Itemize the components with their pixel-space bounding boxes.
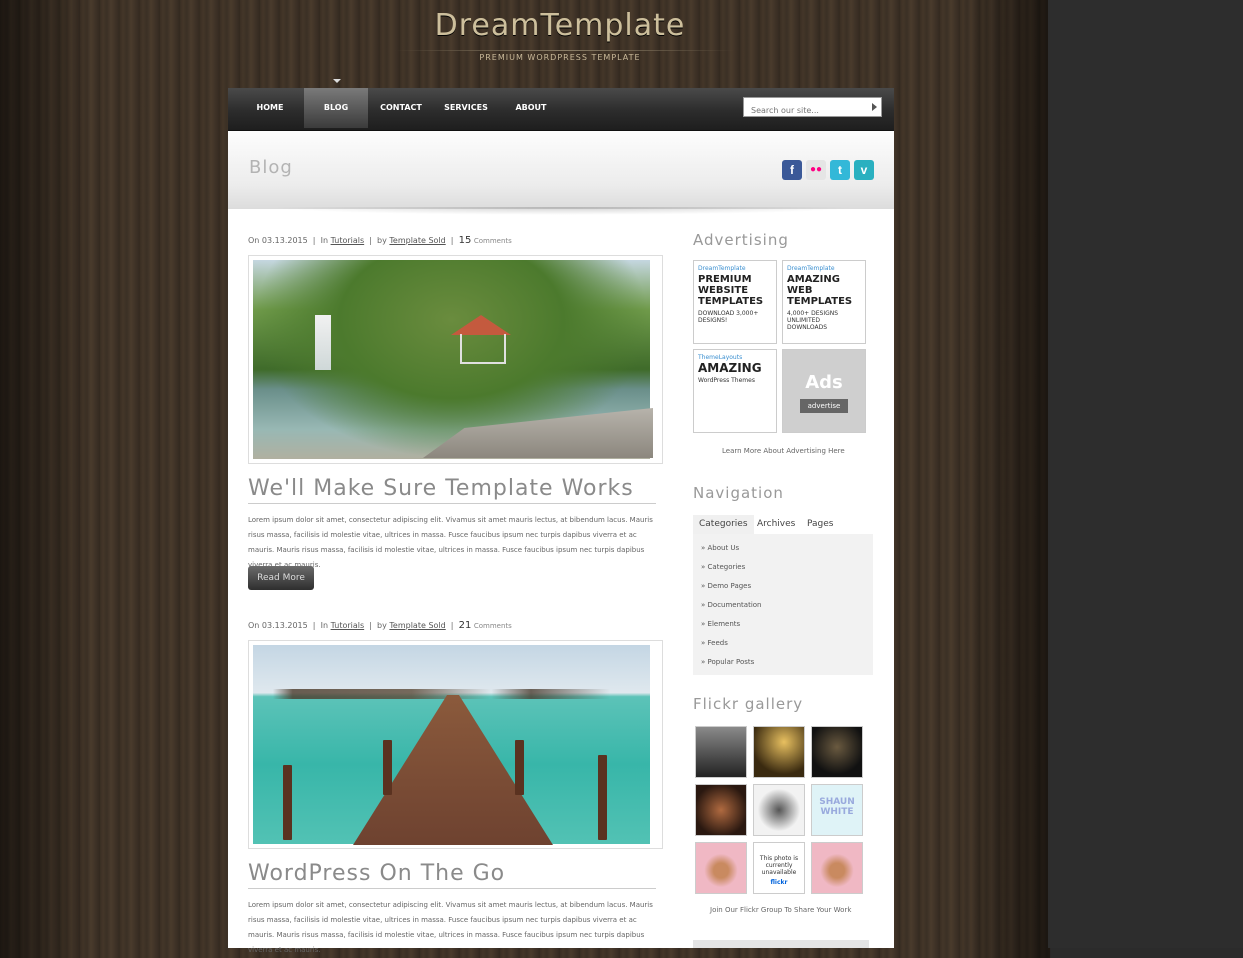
read-more-button[interactable]: Read More [248,566,314,590]
nav-blog[interactable]: BLOG [304,88,368,128]
ad-headline: AMAZING WEB TEMPLATES [787,274,853,307]
flickr-thumb[interactable] [695,726,747,778]
post-date: On 03.13.2015 [248,621,308,630]
search-arrow-icon[interactable] [872,103,877,111]
post-meta: On 03.13.2015 | In Tutorials | by Templa… [248,620,512,631]
post-category-link[interactable]: Tutorials [331,621,365,630]
navigation-heading: Navigation [693,484,784,502]
post-author-link[interactable]: Template Sold [389,621,445,630]
advertise-button[interactable]: advertise [799,399,849,413]
header-shadow [268,207,858,215]
flickr-logo-text: flickr [770,879,788,886]
ad-brand: ThemeLayouts [698,354,743,361]
post-author-link[interactable]: Template Sold [389,236,445,245]
ad-detail: DOWNLOAD 3,000+ DESIGNS! [698,310,759,324]
tab-archives[interactable]: Archives [751,515,801,534]
ad-brand: DreamTemplate [787,265,835,272]
post-image-frame[interactable] [248,255,663,464]
category-link[interactable]: » Documentation [701,601,761,609]
pavilion-roof-shape [451,315,511,335]
post-excerpt: Lorem ipsum dolor sit amet, consectetur … [248,516,653,569]
garden-pavilion-photo [253,260,653,459]
right-background [1048,0,1243,948]
tab-categories[interactable]: Categories [693,515,754,534]
post-category-link[interactable]: Tutorials [331,236,365,245]
flickr-thumb[interactable] [811,842,863,894]
pier-post-shape [283,765,292,840]
pier-post-shape [515,740,524,795]
ad-headline: PREMIUM WEBSITE TEMPLATES [698,274,764,307]
post-date: On 03.13.2015 [248,236,308,245]
ad-banner[interactable]: ThemeLayouts AMAZING WordPress Themes [693,349,777,433]
unavailable-text: This photo is currently unavailable [759,855,799,876]
post-by-label: by [377,236,387,245]
flickr-group-link[interactable]: Join Our Flickr Group To Share Your Work [710,906,851,914]
post-image-frame[interactable] [248,640,663,849]
category-link[interactable]: » Feeds [701,639,728,647]
flickr-thumb[interactable]: SHAUN WHITE [811,784,863,836]
nav-contact[interactable]: CONTACT [369,88,433,128]
content-page: Blog f ●● t v On 03.13.2015 | In Tutoria… [228,131,894,954]
facebook-icon[interactable]: f [782,160,802,180]
category-link[interactable]: » About Us [701,544,739,552]
post-excerpt: Lorem ipsum dolor sit amet, consectetur … [248,901,653,954]
flickr-thumb[interactable] [695,784,747,836]
comments-label[interactable]: Comments [474,622,512,630]
category-link[interactable]: » Categories [701,563,745,571]
flickr-thumb-unavailable[interactable]: This photo is currently unavailable flic… [753,842,805,894]
comment-count[interactable]: 21 [459,620,472,631]
ad-detail: WordPress Themes [698,377,755,384]
post-title[interactable]: WordPress On The Go [248,861,656,889]
ad-detail: 4,000+ DESIGNS UNLIMITED DOWNLOADS [787,310,839,331]
category-link[interactable]: » Elements [701,620,740,628]
pavilion-body-shape [460,334,506,364]
flickr-thumb[interactable] [753,726,805,778]
advertising-heading: Advertising [693,231,789,249]
waterfall-shape [315,315,331,370]
flickr-thumb[interactable] [753,784,805,836]
flickr-heading: Flickr gallery [693,695,804,713]
vimeo-icon[interactable]: v [854,160,874,180]
comment-count[interactable]: 15 [459,235,472,246]
flickr-icon[interactable]: ●● [806,160,826,180]
site-logo[interactable]: DreamTemplate PREMIUM WORDPRESS TEMPLATE [400,8,720,62]
advertising-link[interactable]: Learn More About Advertising Here [722,447,845,455]
tab-pages[interactable]: Pages [801,515,839,534]
search-input[interactable] [749,101,863,120]
pier-post-shape [383,740,392,795]
sidebar-bottom-bar [693,940,869,948]
category-link[interactable]: » Popular Posts [701,658,754,666]
ad-brand: DreamTemplate [698,265,746,272]
page-title: Blog [249,157,293,178]
logo-divider [395,50,735,51]
comments-label[interactable]: Comments [474,237,512,245]
post-in-label: In [320,236,329,245]
advertise-here-banner[interactable]: Ads advertise [782,349,866,433]
ad-headline: AMAZING [698,361,762,375]
twitter-icon[interactable]: t [830,160,850,180]
ad-headline: Ads [805,372,843,393]
site-title: DreamTemplate [434,8,686,43]
flickr-thumb[interactable] [811,726,863,778]
post-meta: On 03.13.2015 | In Tutorials | by Templa… [248,235,512,246]
post-title[interactable]: We'll Make Sure Template Works [248,476,656,504]
ad-banner[interactable]: DreamTemplate PREMIUM WEBSITE TEMPLATES … [693,260,777,344]
post-by-label: by [377,621,387,630]
pier-post-shape [598,755,607,840]
post-in-label: In [320,621,329,630]
ad-banner[interactable]: DreamTemplate AMAZING WEB TEMPLATES 4,00… [782,260,866,344]
category-link[interactable]: » Demo Pages [701,582,751,590]
active-nav-marker-icon [333,79,341,83]
nav-about[interactable]: ABOUT [499,88,563,128]
flickr-thumb[interactable] [695,842,747,894]
site-subtitle: PREMIUM WORDPRESS TEMPLATE [479,53,641,62]
search-box [743,97,882,120]
pier-ocean-photo [253,645,650,845]
stone-wall-shape [423,408,653,458]
nav-home[interactable]: HOME [238,88,302,128]
nav-services[interactable]: SERVICES [434,88,498,128]
category-list: » About Us » Categories » Demo Pages » D… [693,534,873,675]
